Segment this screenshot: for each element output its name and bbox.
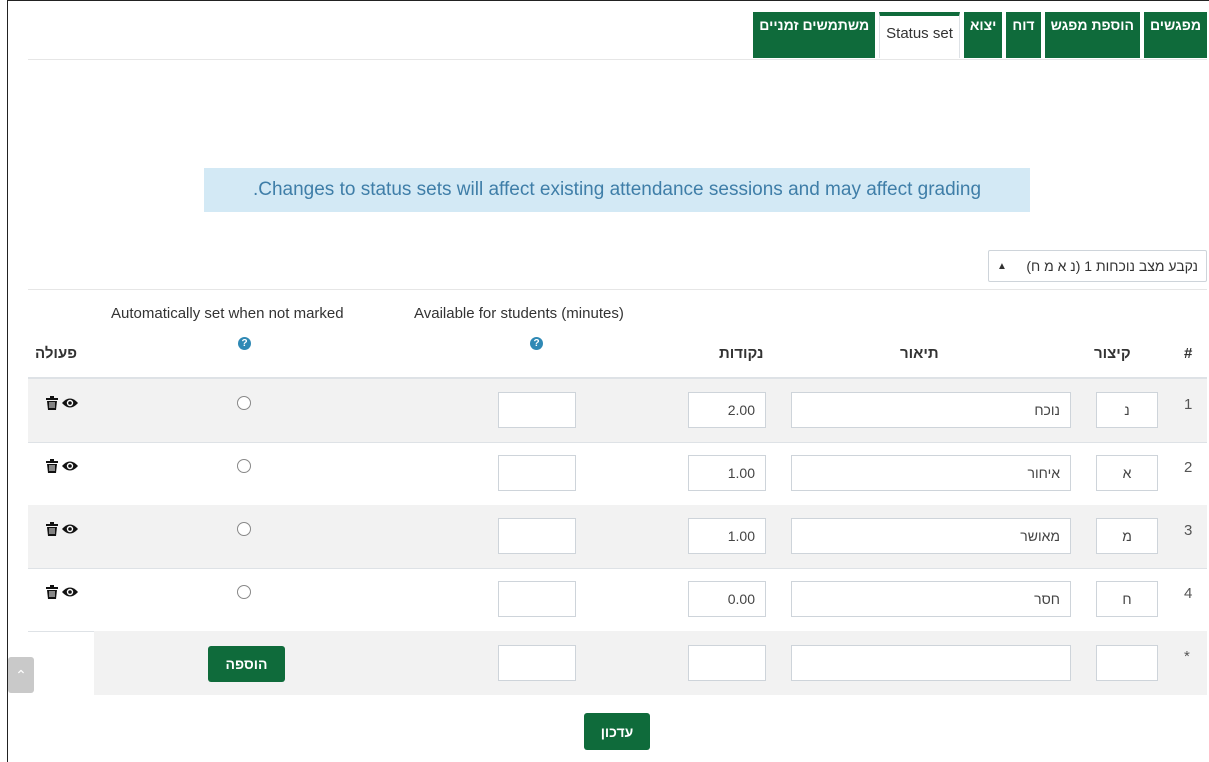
tab-temporary-users[interactable]: משתמשים זמניים: [753, 12, 876, 58]
grade-input[interactable]: 1.00: [688, 518, 766, 554]
tab-add-session[interactable]: הוספת מפגש: [1044, 12, 1140, 58]
new-acronym-input[interactable]: [1096, 645, 1158, 681]
trash-icon[interactable]: [45, 459, 59, 473]
header-acronym: קיצור: [1094, 345, 1131, 362]
row-actions: [45, 585, 79, 599]
row-number: 2: [1184, 459, 1193, 476]
available-minutes-input[interactable]: [498, 455, 576, 491]
trash-icon[interactable]: [45, 585, 59, 599]
grade-input[interactable]: 1.00: [688, 455, 766, 491]
frame-left-border: [7, 0, 8, 762]
header-description: תיאור: [900, 345, 939, 362]
new-description-input[interactable]: [791, 645, 1071, 681]
section-divider: [28, 289, 1207, 290]
description-input[interactable]: איחור: [791, 455, 1071, 491]
row-actions: [45, 396, 79, 410]
row-number: 1: [1184, 396, 1193, 413]
back-to-top-button[interactable]: ⌃: [8, 657, 34, 693]
auto-set-radio[interactable]: [237, 396, 251, 410]
available-minutes-input[interactable]: [498, 581, 576, 617]
row-number: 4: [1184, 585, 1193, 602]
tab-export[interactable]: יצוא: [963, 12, 1003, 58]
grade-input[interactable]: 0.00: [688, 581, 766, 617]
question-circle-icon[interactable]: ?: [530, 337, 543, 350]
auto-set-radio[interactable]: [237, 459, 251, 473]
status-set-notice: .Changes to status sets will affect exis…: [204, 168, 1030, 212]
eye-icon[interactable]: [61, 585, 79, 599]
trash-icon[interactable]: [45, 396, 59, 410]
row-number: 3: [1184, 522, 1193, 539]
available-minutes-input[interactable]: [498, 392, 576, 428]
auto-set-radio[interactable]: [237, 585, 251, 599]
frame-top-border: [7, 0, 1209, 1]
tab-bar: מפגשים הוספת מפגש דוח יצוא Status set מש…: [749, 12, 1207, 59]
header-auto-set: Automatically set when not marked: [111, 305, 344, 322]
eye-icon[interactable]: [61, 459, 79, 473]
chevron-up-icon: ⌃: [15, 666, 27, 683]
header-number: #: [1184, 345, 1193, 362]
tab-sessions[interactable]: מפגשים: [1143, 12, 1207, 58]
table-row: 4 ח חסר 0.00: [28, 568, 1207, 632]
status-set-select-value: נקבע מצב נוכחות 1 (נ א מ ח): [1026, 258, 1198, 274]
auto-set-radio[interactable]: [237, 522, 251, 536]
acronym-input[interactable]: נ: [1096, 392, 1158, 428]
question-circle-icon[interactable]: ?: [238, 337, 251, 350]
sort-arrows-icon: ▲: [997, 260, 1007, 272]
grade-input[interactable]: 2.00: [688, 392, 766, 428]
acronym-input[interactable]: א: [1096, 455, 1158, 491]
table-row: 1 נ נוכח 2.00: [28, 379, 1207, 443]
header-grade: נקודות: [719, 345, 764, 362]
available-minutes-input[interactable]: [498, 518, 576, 554]
tab-report[interactable]: דוח: [1006, 12, 1041, 58]
update-button[interactable]: עדכון: [584, 713, 650, 750]
trash-icon[interactable]: [45, 522, 59, 536]
row-actions: [45, 522, 79, 536]
row-actions: [45, 459, 79, 473]
status-set-select[interactable]: נקבע מצב נוכחות 1 (נ א מ ח) ▲: [988, 250, 1207, 282]
new-row-marker: *: [1184, 648, 1190, 665]
table-row: 3 מ מאושר 1.00: [28, 505, 1207, 569]
eye-icon[interactable]: [61, 522, 79, 536]
acronym-input[interactable]: ח: [1096, 581, 1158, 617]
header-available-for-students: Available for students (minutes): [414, 305, 624, 322]
table-row: 2 א איחור 1.00: [28, 442, 1207, 506]
new-grade-input[interactable]: [688, 645, 766, 681]
add-status-button[interactable]: הוספה: [208, 646, 285, 682]
tabs-divider: [28, 59, 1207, 60]
description-input[interactable]: נוכח: [791, 392, 1071, 428]
description-input[interactable]: מאושר: [791, 518, 1071, 554]
description-input[interactable]: חסר: [791, 581, 1071, 617]
new-status-row: * הוספה: [94, 631, 1207, 695]
eye-icon[interactable]: [61, 396, 79, 410]
new-available-minutes-input[interactable]: [498, 645, 576, 681]
header-action: פעולה: [35, 345, 77, 362]
tab-status-set[interactable]: Status set: [879, 12, 960, 58]
acronym-input[interactable]: מ: [1096, 518, 1158, 554]
